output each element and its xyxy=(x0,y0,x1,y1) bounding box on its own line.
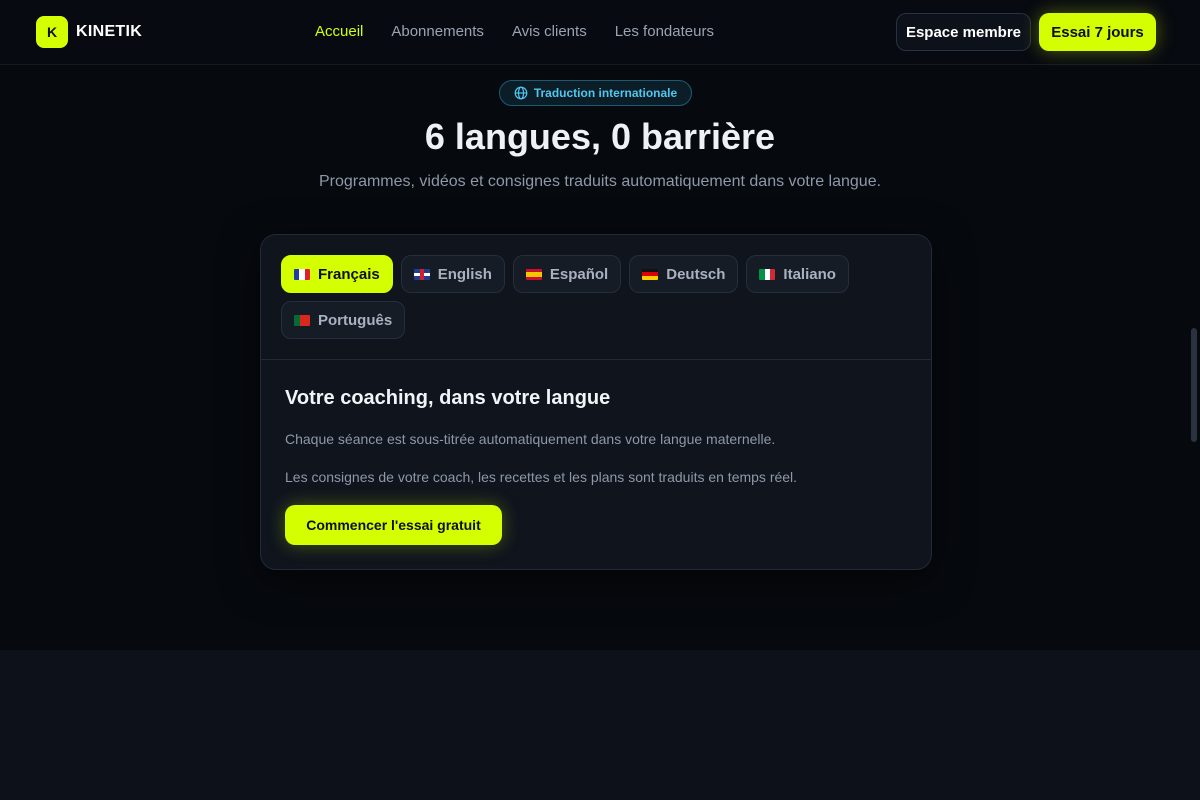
flag-italy-icon xyxy=(759,268,776,280)
lang-tab-italiano[interactable]: Italiano xyxy=(746,255,849,293)
flag-uk-icon xyxy=(413,268,430,280)
nav-link-avis-clients[interactable]: Avis clients xyxy=(512,23,587,40)
badge-label: Traduction internationale xyxy=(533,86,678,100)
flag-france-icon xyxy=(294,268,310,280)
lang-tab-english[interactable]: English xyxy=(400,255,505,293)
lang-tab-label: Français xyxy=(318,265,380,283)
flag-spain-icon xyxy=(525,268,542,280)
main-nav: Accueil Abonnements Avis clients Les fon… xyxy=(315,23,714,40)
hero-subtitle: Programmes, vidéos et consignes traduits… xyxy=(318,173,882,190)
language-tabs: Français English Español Deutsch Italian… xyxy=(281,255,913,339)
flag-portugal-icon xyxy=(294,314,310,326)
card-divider xyxy=(261,359,931,360)
logo-mark: K xyxy=(36,16,68,48)
language-card: Français English Español Deutsch Italian… xyxy=(260,234,932,570)
lang-tab-label: Italiano xyxy=(783,265,836,283)
hero-title: 6 langues, 0 barrière xyxy=(424,116,776,157)
logo-text: KINETIK xyxy=(76,23,143,40)
nav-link-accueil[interactable]: Accueil xyxy=(315,23,363,40)
lang-tab-deutsch[interactable]: Deutsch xyxy=(629,255,739,293)
member-area-button[interactable]: Espace membre xyxy=(896,13,1031,51)
lang-tab-espanol[interactable]: Español xyxy=(512,255,622,293)
lang-tab-label: English xyxy=(437,265,492,283)
lang-tab-label: Español xyxy=(549,265,609,283)
scrollbar-thumb[interactable] xyxy=(1191,328,1197,442)
start-free-trial-button[interactable]: Commencer l'essai gratuit xyxy=(285,505,502,545)
nav-link-fondateurs[interactable]: Les fondateurs xyxy=(615,23,714,40)
lang-tab-label: Português xyxy=(318,311,393,329)
site-header: K KINETIK Accueil Abonnements Avis clien… xyxy=(0,0,1200,65)
card-paragraph-1: Chaque séance est sous-titrée automatiqu… xyxy=(285,431,776,447)
card-paragraph-2: Les consignes de votre coach, les recett… xyxy=(285,469,798,485)
lang-tab-label: Deutsch xyxy=(666,265,726,283)
brand-logo[interactable]: K KINETIK xyxy=(36,16,142,48)
card-title: Votre coaching, dans votre langue xyxy=(285,387,611,409)
translation-badge: Traduction internationale xyxy=(499,80,692,106)
lang-tab-portugues[interactable]: Português xyxy=(281,301,406,339)
globe-icon xyxy=(514,86,528,100)
nav-link-abonnements[interactable]: Abonnements xyxy=(391,23,484,40)
lang-tab-francais[interactable]: Français xyxy=(281,255,393,293)
flag-germany-icon xyxy=(642,268,659,280)
page-background-bottom xyxy=(0,650,1200,800)
trial-button[interactable]: Essai 7 jours xyxy=(1039,13,1156,51)
